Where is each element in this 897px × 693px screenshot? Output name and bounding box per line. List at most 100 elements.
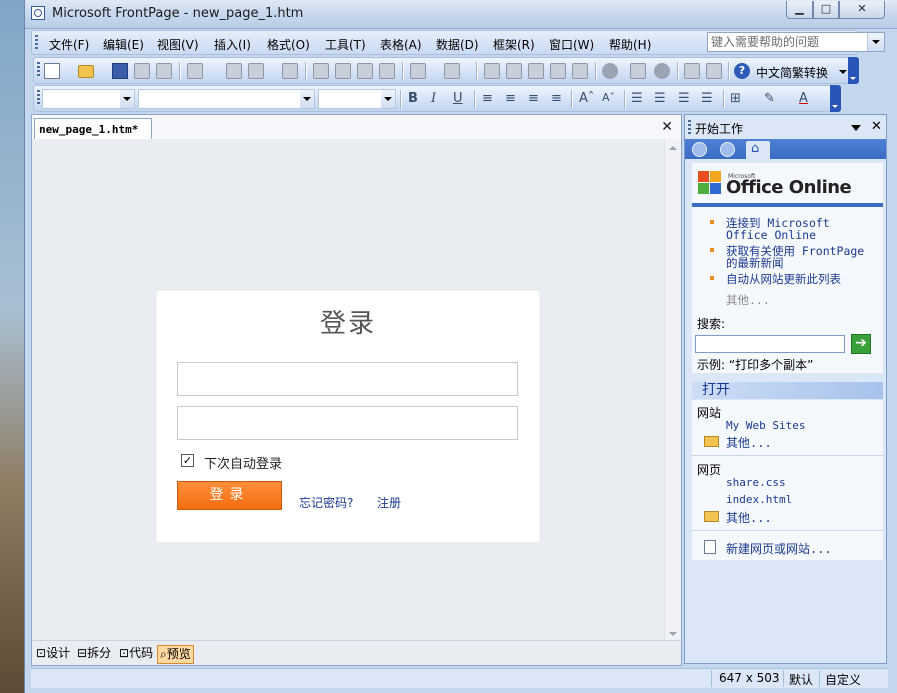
- menu-tools[interactable]: 工具(T): [325, 36, 366, 53]
- scroll-up-icon[interactable]: [669, 146, 677, 150]
- convert-dropdown-icon[interactable]: [839, 70, 847, 74]
- task-pane-search-input[interactable]: [695, 335, 845, 353]
- frontpage-news-link[interactable]: 获取有关使用 FrontPage 的最新新闻: [726, 245, 878, 269]
- connect-office-online-link[interactable]: 连接到 Microsoft Office Online: [726, 217, 876, 241]
- align-right-icon[interactable]: ≡: [528, 91, 539, 106]
- chinese-convert-button[interactable]: 中文简繁转换: [756, 64, 828, 81]
- menu-help[interactable]: 帮助(H): [609, 36, 651, 53]
- more-pages-link[interactable]: 其他...: [726, 509, 772, 526]
- close-window-button[interactable]: ✕: [839, 1, 885, 19]
- menubar-grip[interactable]: [35, 35, 38, 50]
- login-button[interactable]: 登录: [177, 481, 282, 510]
- scroll-down-icon[interactable]: [669, 632, 677, 636]
- decrease-indent-icon[interactable]: ☰: [678, 91, 690, 106]
- print-icon[interactable]: [226, 63, 242, 79]
- recent-page-index-html[interactable]: index.html: [726, 493, 792, 506]
- help-question-input[interactable]: 键入需要帮助的问题: [707, 32, 885, 52]
- more-sites-link[interactable]: 其他...: [726, 434, 772, 451]
- recent-page-share-css[interactable]: share.css: [726, 476, 786, 489]
- new-page-icon[interactable]: [44, 63, 60, 79]
- increase-indent-icon[interactable]: ☰: [701, 91, 713, 106]
- font-combo[interactable]: [138, 89, 315, 109]
- view-tab-split[interactable]: ⊟拆分: [75, 645, 113, 662]
- refresh-icon[interactable]: [630, 63, 646, 79]
- font-size-combo[interactable]: [318, 89, 396, 109]
- redo-icon[interactable]: [444, 63, 460, 79]
- frontpage-app-icon[interactable]: [31, 6, 45, 20]
- search-binoculars-icon[interactable]: [134, 63, 150, 79]
- bold-icon[interactable]: B: [408, 91, 418, 106]
- task-pane-grip[interactable]: [688, 120, 691, 135]
- view-tab-design[interactable]: ⊡设计: [34, 645, 72, 662]
- my-web-sites-link[interactable]: My Web Sites: [726, 419, 805, 432]
- home-icon[interactable]: ⌂: [746, 141, 770, 159]
- style-combo[interactable]: [42, 89, 135, 109]
- password-input[interactable]: [177, 406, 518, 440]
- underline-icon[interactable]: U: [453, 91, 463, 106]
- format-painter-icon[interactable]: [379, 63, 395, 79]
- align-center-icon[interactable]: ≡: [505, 91, 516, 106]
- web-icon[interactable]: [602, 63, 618, 79]
- copy-icon[interactable]: [335, 63, 351, 79]
- paste-icon[interactable]: [357, 63, 373, 79]
- stop-icon[interactable]: [654, 63, 670, 79]
- view-tab-preview[interactable]: ⌕预览: [157, 645, 194, 664]
- close-document-icon[interactable]: ✕: [661, 119, 673, 135]
- back-arrow-icon[interactable]: [692, 142, 707, 157]
- layout-table-icon[interactable]: [528, 63, 544, 79]
- vertical-scrollbar[interactable]: [664, 139, 681, 643]
- toolbar-grip[interactable]: [37, 62, 40, 77]
- new-page-or-site-link[interactable]: 新建网页或网站...: [726, 540, 832, 557]
- insert-picture-icon[interactable]: [550, 63, 566, 79]
- numbering-icon[interactable]: ☰: [631, 91, 643, 106]
- open-folder-icon[interactable]: [78, 65, 94, 78]
- more-online-link[interactable]: 其他...: [726, 292, 770, 308]
- menu-table[interactable]: 表格(A): [380, 36, 422, 53]
- undo-icon[interactable]: [410, 63, 426, 79]
- toolbar-options-button[interactable]: [848, 57, 859, 84]
- maximize-button[interactable]: □: [813, 1, 839, 19]
- status-mode[interactable]: 默认: [789, 671, 813, 688]
- minimize-button[interactable]: ▁: [786, 1, 813, 19]
- highlight-icon[interactable]: ✎: [764, 91, 775, 106]
- borders-icon[interactable]: ⊞: [730, 91, 741, 106]
- menu-insert[interactable]: 插入(I): [214, 36, 251, 53]
- office-online-logo[interactable]: Office Online: [726, 177, 852, 198]
- remember-me-checkbox[interactable]: ✓: [181, 454, 194, 467]
- toolbar-grip[interactable]: [37, 90, 40, 105]
- insert-table-icon[interactable]: [506, 63, 522, 79]
- layer-icon[interactable]: [484, 63, 500, 79]
- menu-edit[interactable]: 编辑(E): [103, 36, 144, 53]
- search-go-icon[interactable]: ➔: [851, 334, 871, 354]
- decrease-font-icon[interactable]: Aˇ: [602, 91, 615, 104]
- align-left-icon[interactable]: ≡: [482, 91, 493, 106]
- menu-file[interactable]: 文件(F): [49, 36, 89, 53]
- spelling-icon[interactable]: [282, 63, 298, 79]
- help-dropdown-button[interactable]: [867, 33, 884, 51]
- menu-format[interactable]: 格式(O): [267, 36, 310, 53]
- register-link[interactable]: 注册: [377, 494, 401, 511]
- bookmark-icon[interactable]: [706, 63, 722, 79]
- publish-icon[interactable]: [156, 63, 172, 79]
- forgot-password-link[interactable]: 忘记密码?: [299, 494, 353, 511]
- bullets-icon[interactable]: ☰: [654, 91, 666, 106]
- preview-in-browser-icon[interactable]: [248, 63, 264, 79]
- menu-view[interactable]: 视图(V): [157, 36, 199, 53]
- drawing-icon[interactable]: [572, 63, 588, 79]
- document-tab[interactable]: new_page_1.htm*: [34, 118, 152, 139]
- view-tab-code[interactable]: ⊡代码: [117, 645, 155, 662]
- cut-icon[interactable]: [313, 63, 329, 79]
- web-component-icon[interactable]: [187, 63, 203, 79]
- username-input[interactable]: [177, 362, 518, 396]
- justify-icon[interactable]: ≡: [551, 91, 562, 106]
- italic-icon[interactable]: I: [431, 91, 436, 106]
- status-custom[interactable]: 自定义: [825, 671, 861, 688]
- menu-data[interactable]: 数据(D): [436, 36, 479, 53]
- increase-font-icon[interactable]: Aˆ: [579, 91, 594, 106]
- page-preview-canvas[interactable]: 登录 ✓ 下次自动登录 登录 忘记密码? 注册: [32, 139, 667, 643]
- hyperlink-icon[interactable]: [684, 63, 700, 79]
- menu-window[interactable]: 窗口(W): [549, 36, 594, 53]
- menu-frames[interactable]: 框架(R): [493, 36, 535, 53]
- task-pane-menu-icon[interactable]: [851, 125, 861, 131]
- toolbar-options-button[interactable]: [830, 85, 841, 112]
